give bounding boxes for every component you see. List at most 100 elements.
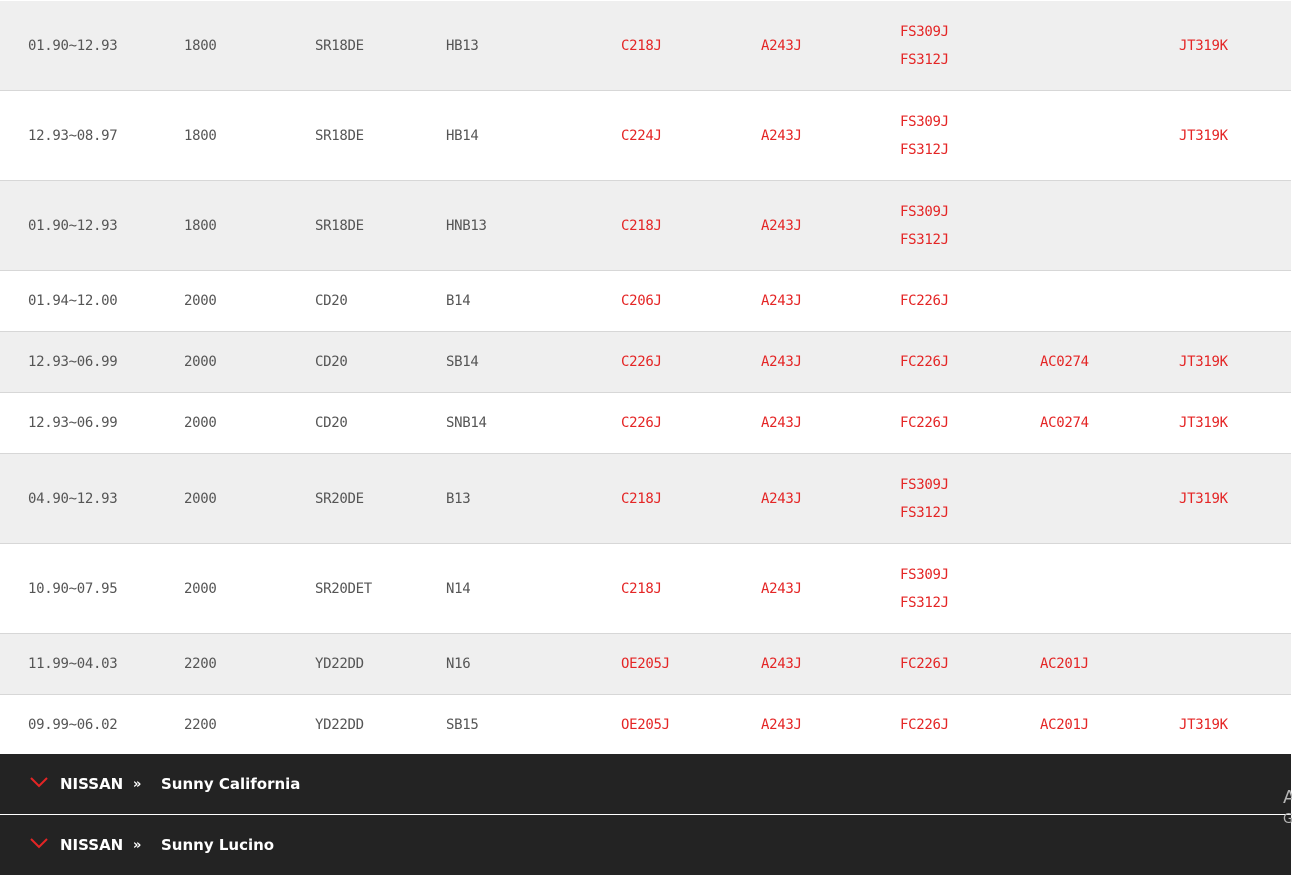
table-cell-date: 04.90~12.93 xyxy=(28,490,118,507)
part-code-link[interactable]: FS309J xyxy=(900,114,949,130)
table-cell-body: SB15 xyxy=(446,717,479,733)
table-cell-engine: YD22DD xyxy=(315,656,364,672)
table-cell-engine: CD20 xyxy=(315,354,348,370)
table-row: 04.90~12.93 2000 SR20DE B13 C218J A243J FS309J… xyxy=(0,454,1291,544)
chevron-down-icon[interactable] xyxy=(30,837,48,849)
part-code-link[interactable]: A243J xyxy=(761,354,802,370)
table-cell-part: JT319K xyxy=(1179,393,1228,453)
part-code-link[interactable]: FS312J xyxy=(900,595,949,611)
part-code-link[interactable]: A243J xyxy=(761,128,802,144)
part-code-link[interactable]: FS309J xyxy=(900,567,949,583)
part-code-link[interactable]: JT319K xyxy=(1179,38,1228,54)
table-cell-part: A243J xyxy=(761,544,802,633)
table-cell-engine: SR20DE xyxy=(315,490,364,507)
part-code-link[interactable]: AC201J xyxy=(1040,717,1089,733)
table-row: 09.99~06.02 2200 YD22DD SB15 OE205J A243J FC22… xyxy=(0,695,1291,756)
part-code-link[interactable]: FS312J xyxy=(900,505,949,521)
accordion-make-label: NISSAN xyxy=(60,836,124,854)
part-code-link[interactable]: OE205J xyxy=(621,656,670,672)
part-code-link[interactable]: FS309J xyxy=(900,477,949,493)
breadcrumb-separator: » xyxy=(133,837,142,853)
table-cell-part: AC0274 xyxy=(1040,393,1089,453)
table-cell-body: HNB13 xyxy=(446,217,487,234)
table-row: 11.99~04.03 2200 YD22DD N16 OE205J A243J FC226… xyxy=(0,634,1291,695)
table-cell-engine: SR18DE xyxy=(315,217,364,234)
table-cell-part: FC226J xyxy=(900,332,949,392)
part-code-link[interactable]: JT319K xyxy=(1179,717,1228,733)
part-code-link[interactable]: C206J xyxy=(621,293,662,309)
part-code-link[interactable]: AC0274 xyxy=(1040,415,1089,431)
part-code-link[interactable]: JT319K xyxy=(1179,491,1228,507)
part-code-link[interactable]: AC0274 xyxy=(1040,354,1089,370)
edge-overlay-text-g: G xyxy=(1283,812,1292,827)
table-cell-part: A243J xyxy=(761,454,802,543)
table-cell-engine: CD20 xyxy=(315,293,348,309)
table-cell-cc: 1800 xyxy=(184,127,217,144)
part-code-link[interactable]: A243J xyxy=(761,581,802,597)
part-code-link[interactable]: C226J xyxy=(621,354,662,370)
table-cell-part: JT319K xyxy=(1179,91,1228,180)
table-cell-part: FS309J FS312J xyxy=(900,454,949,543)
part-code-link[interactable]: FC226J xyxy=(900,415,949,431)
table-cell-part: AC201J xyxy=(1040,695,1089,755)
table-cell-part: JT319K xyxy=(1179,695,1228,755)
table-cell-body: B13 xyxy=(446,490,471,507)
table-cell-part: FS309J FS312J xyxy=(900,544,949,633)
part-code-link[interactable]: FC226J xyxy=(900,354,949,370)
part-code-link[interactable]: FS312J xyxy=(900,52,949,68)
table-cell-part: A243J xyxy=(761,91,802,180)
part-code-link[interactable]: C218J xyxy=(621,38,662,54)
part-code-link[interactable]: A243J xyxy=(761,415,802,431)
table-cell-date: 12.93~08.97 xyxy=(28,127,118,144)
table-cell-date: 01.90~12.93 xyxy=(28,37,118,54)
part-code-link[interactable]: C218J xyxy=(621,581,662,597)
part-code-link[interactable]: C224J xyxy=(621,128,662,144)
table-cell-body: SNB14 xyxy=(446,415,487,431)
table-cell-part: A243J xyxy=(761,332,802,392)
table-cell-engine: SR18DE xyxy=(315,37,364,54)
table-row: 01.90~12.93 1800 SR18DE HNB13 C218J A243J FS30… xyxy=(0,181,1291,271)
accordion-sunny-lucino[interactable]: NISSAN » Sunny Lucino xyxy=(0,815,1291,875)
table-cell-part: FC226J xyxy=(900,393,949,453)
table-cell-part: AC0274 xyxy=(1040,332,1089,392)
part-code-link[interactable]: FC226J xyxy=(900,293,949,309)
part-code-link[interactable]: FS309J xyxy=(900,24,949,40)
part-code-link[interactable]: FC226J xyxy=(900,717,949,733)
table-row: 10.90~07.95 2000 SR20DET N14 C218J A243J FS309… xyxy=(0,544,1291,634)
table-cell-date: 11.99~04.03 xyxy=(28,656,118,672)
part-code-link[interactable]: OE205J xyxy=(621,717,670,733)
table-row: 12.93~06.99 2000 CD20 SNB14 C226J A243J FC226J… xyxy=(0,393,1291,454)
table-cell-part: A243J xyxy=(761,1,802,90)
table-cell-body: HB14 xyxy=(446,127,479,144)
part-code-link[interactable]: A243J xyxy=(761,218,802,234)
part-code-link[interactable]: A243J xyxy=(761,656,802,672)
part-code-link[interactable]: C218J xyxy=(621,491,662,507)
part-code-link[interactable]: A243J xyxy=(761,293,802,309)
part-code-link[interactable]: FS309J xyxy=(900,204,949,220)
part-code-link[interactable]: A243J xyxy=(761,38,802,54)
part-code-link[interactable]: JT319K xyxy=(1179,128,1228,144)
part-code-link[interactable]: JT319K xyxy=(1179,415,1228,431)
part-code-link[interactable]: A243J xyxy=(761,491,802,507)
part-code-link[interactable]: A243J xyxy=(761,717,802,733)
part-code-link[interactable]: JT319K xyxy=(1179,354,1228,370)
part-code-link[interactable]: C226J xyxy=(621,415,662,431)
table-row: 01.90~12.93 1800 SR18DE HB13 C218J A243J FS309… xyxy=(0,1,1291,91)
table-cell-cc: 2000 xyxy=(184,415,217,431)
part-code-link[interactable]: FC226J xyxy=(900,656,949,672)
part-code-link[interactable]: FS312J xyxy=(900,232,949,248)
table-cell-part: C226J xyxy=(621,393,662,453)
part-code-link[interactable]: C218J xyxy=(621,218,662,234)
table-cell-part: A243J xyxy=(761,634,802,694)
table-cell-body: B14 xyxy=(446,293,471,309)
part-code-link[interactable]: AC201J xyxy=(1040,656,1089,672)
table-cell-date: 10.90~07.95 xyxy=(28,580,118,597)
table-cell-part: FS309J FS312J xyxy=(900,1,949,90)
chevron-down-icon[interactable] xyxy=(30,776,48,788)
part-code-link[interactable]: FS312J xyxy=(900,142,949,158)
table-cell-part: C218J xyxy=(621,454,662,543)
table-cell-part: FC226J xyxy=(900,695,949,755)
table-cell-cc: 2000 xyxy=(184,293,217,309)
accordion-sunny-california[interactable]: NISSAN » Sunny California xyxy=(0,754,1291,814)
table-cell-part: FC226J xyxy=(900,271,949,331)
